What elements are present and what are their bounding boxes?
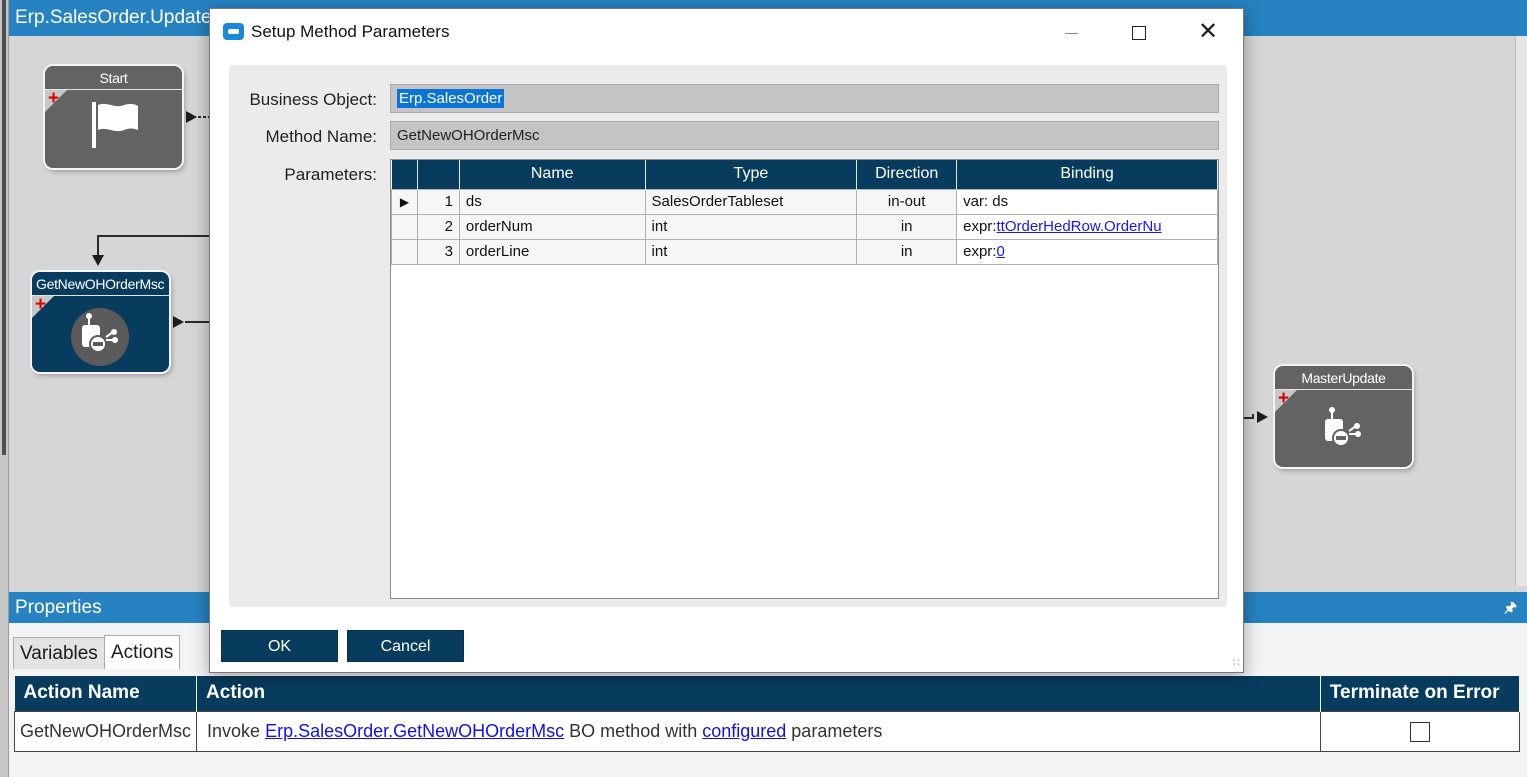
pin-icon[interactable]: 🖈︎ [1504,592,1517,623]
parameter-binding[interactable]: var: ds [956,188,1218,215]
start-node-title: Start [45,66,182,90]
workflow-method-icon [1325,407,1361,447]
left-edge-bar [0,0,9,777]
column-header-action[interactable]: Action [196,676,1321,711]
column-header-type[interactable]: Type [645,160,858,189]
connector-arrow-down [92,255,104,266]
left-splitter-grip[interactable] [2,0,6,455]
column-header-terminate[interactable]: Terminate on Error [1320,676,1521,711]
minimize-icon [1064,32,1078,34]
action-text-mid: BO method with [564,720,703,741]
configured-parameters-link[interactable]: configured [702,721,786,741]
parameters-label: Parameters: [284,165,377,184]
resize-grip-icon[interactable]: ∷ [1233,656,1240,669]
maximize-icon [1132,26,1146,41]
parameter-direction[interactable]: in-out [856,188,958,215]
ok-button[interactable]: OK [221,630,338,662]
parameter-row[interactable]: ▶ 1 ds SalesOrderTableset in-out var: ds [391,188,1218,215]
master-update-node[interactable]: MasterUpdate + [1275,366,1412,467]
business-object-value: Erp.SalesOrder [397,89,505,108]
action-text-invoke: Invoke [207,720,266,741]
action-text-end: parameters [786,720,883,741]
canvas-scrollbar[interactable] [1515,36,1527,586]
row-pointer-icon: ▶ [391,188,418,215]
row-index: 1 [416,188,460,215]
designer-title: Erp.SalesOrder.Update [15,7,212,28]
method-name-label: Method Name: [265,127,378,146]
parameter-name[interactable]: orderLine [458,238,646,265]
properties-title: Properties [15,597,102,618]
tab-actions[interactable]: Actions [104,635,181,669]
workflow-method-icon [71,308,129,366]
column-header-direction[interactable]: Direction [856,160,958,189]
flag-icon [92,102,138,148]
parameter-direction[interactable]: in [856,213,958,240]
connector-line [185,321,209,323]
parameter-row[interactable]: 2 orderNum int in expr:ttOrderHedRow.Ord… [391,213,1218,240]
parameter-type[interactable]: int [644,213,858,240]
method-name-value: GetNewOHOrderMsc [397,127,540,144]
binding-text: expr: [963,218,997,235]
method-node-title: GetNewOHOrderMsc [32,272,169,296]
terminate-on-error-checkbox[interactable] [1409,721,1430,742]
dialog-content-panel: Business Object: Erp.SalesOrder Method N… [229,65,1227,607]
setup-method-parameters-dialog: Setup Method Parameters ✕ Business Objec… [209,8,1244,673]
row-index: 2 [416,213,460,240]
binding-expression-link[interactable]: 0 [996,243,1004,260]
plus-icon[interactable]: + [1278,388,1289,410]
bo-method-link[interactable]: Erp.SalesOrder.GetNewOHOrderMsc [265,721,564,741]
close-button[interactable]: ✕ [1180,9,1236,55]
close-icon: ✕ [1197,18,1219,45]
dialog-title-bar[interactable]: Setup Method Parameters ✕ [210,9,1243,56]
connector-line [97,235,99,255]
business-object-field[interactable]: Erp.SalesOrder [390,84,1219,113]
parameter-name[interactable]: ds [458,188,646,215]
connector-line [198,116,209,118]
parameter-binding[interactable]: expr:0 [956,238,1218,265]
parameter-direction[interactable]: in [856,238,958,265]
connector-arrow [186,111,197,123]
binding-text: var: ds [963,193,1009,210]
row-selector[interactable] [391,213,418,240]
parameters-grid[interactable]: Name Type Direction Binding ▶ 1 ds Sales… [390,159,1219,599]
column-header-index [417,160,460,189]
column-header-selector [391,160,418,189]
column-header-name[interactable]: Name [459,160,646,189]
method-name-field[interactable]: GetNewOHOrderMsc [390,121,1219,150]
cancel-button[interactable]: Cancel [347,630,464,662]
row-selector[interactable] [391,238,418,265]
app-icon [223,23,244,40]
binding-text: expr: [963,243,997,260]
column-header-action-name[interactable]: Action Name [14,676,198,711]
plus-icon[interactable]: + [35,294,46,316]
row-index: 3 [416,238,460,265]
business-object-label: Business Object: [249,90,377,109]
column-header-binding[interactable]: Binding [956,160,1218,189]
connector-line [97,235,209,237]
binding-expression-link[interactable]: ttOrderHedRow.OrderNu [996,218,1161,235]
parameter-binding[interactable]: expr:ttOrderHedRow.OrderNu [956,213,1218,240]
parameter-type[interactable]: int [644,238,858,265]
connector-line [1252,414,1254,419]
method-node[interactable]: GetNewOHOrderMsc + [32,272,169,372]
start-node[interactable]: Start + [45,66,182,168]
parameter-row[interactable]: 3 orderLine int in expr:0 [391,238,1218,265]
action-name-cell[interactable]: GetNewOHOrderMsc [13,710,198,752]
dialog-title: Setup Method Parameters [251,22,450,41]
tab-variables[interactable]: Variables [13,637,105,669]
connector-arrow [1257,411,1268,423]
terminate-cell [1319,710,1521,752]
actions-table: Action Name Action Terminate on Error Ge… [13,676,1521,752]
parameter-type[interactable]: SalesOrderTableset [644,188,858,215]
plus-icon[interactable]: + [48,88,59,110]
maximize-button[interactable] [1111,9,1167,55]
connector-arrow [173,316,184,328]
parameter-name[interactable]: orderNum [458,213,646,240]
master-node-title: MasterUpdate [1275,366,1412,390]
action-description-cell: Invoke Erp.SalesOrder.GetNewOHOrderMsc B… [196,710,1321,752]
table-row[interactable]: GetNewOHOrderMsc Invoke Erp.SalesOrder.G… [13,710,1521,752]
minimize-button[interactable] [1043,9,1099,55]
